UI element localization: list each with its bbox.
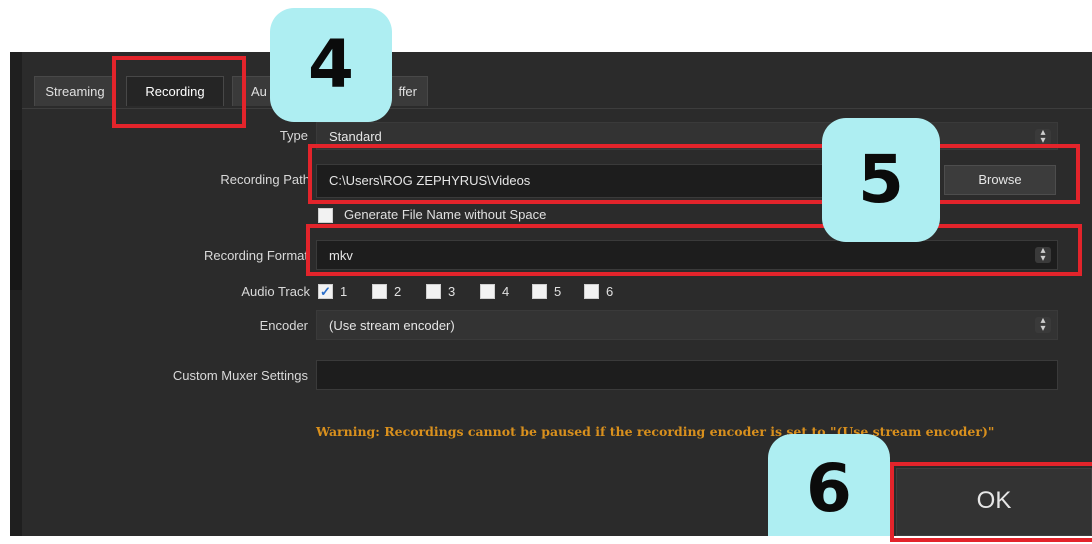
audio-track-2-label: 2 <box>394 284 402 299</box>
type-label: Type <box>279 128 308 143</box>
step-6-badge: 6 <box>768 434 890 536</box>
audio-track-3-label: 3 <box>448 284 456 299</box>
warning-message: Warning: Recordings cannot be paused if … <box>316 424 995 439</box>
audio-track-2-checkbox[interactable] <box>372 284 387 299</box>
audio-track-5-checkbox[interactable] <box>532 284 547 299</box>
audio-track-1-label: 1 <box>340 284 348 299</box>
checkmark-icon: ✓ <box>320 284 331 299</box>
custom-muxer-label: Custom Muxer Settings <box>172 368 308 383</box>
generate-filename-label: Generate File Name without Space <box>344 207 547 222</box>
encoder-value: (Use stream encoder) <box>329 318 455 333</box>
highlight-ok-button <box>890 462 1092 542</box>
audio-track-4-checkbox[interactable] <box>480 284 495 299</box>
audio-track-1-checkbox[interactable]: ✓ <box>318 284 333 299</box>
window-scroll-handle[interactable] <box>10 170 22 290</box>
highlight-recording-tab <box>112 56 246 128</box>
highlight-recording-format <box>306 224 1082 276</box>
audio-track-5-label: 5 <box>554 284 562 299</box>
encoder-select[interactable]: (Use stream encoder) ▴ ▾ <box>316 310 1058 340</box>
custom-muxer-input[interactable] <box>316 360 1058 390</box>
step-5-badge: 5 <box>822 118 940 242</box>
audio-track-6-checkbox[interactable] <box>584 284 599 299</box>
window-left-border <box>10 52 22 536</box>
encoder-label: Encoder <box>259 318 308 333</box>
audio-track-3-checkbox[interactable] <box>426 284 441 299</box>
recording-path-label: Recording Path <box>220 172 310 187</box>
tab-streaming[interactable]: Streaming <box>34 76 116 106</box>
updown-arrows-icon: ▴ ▾ <box>1035 128 1051 146</box>
step-4-badge: 4 <box>270 8 392 122</box>
generate-filename-checkbox[interactable] <box>318 208 333 223</box>
audio-track-4-label: 4 <box>502 284 510 299</box>
recording-format-label: Recording Format <box>203 248 308 263</box>
audio-track-6-label: 6 <box>606 284 614 299</box>
type-value: Standard <box>329 129 382 144</box>
updown-arrows-icon: ▴ ▾ <box>1035 316 1051 334</box>
audio-track-label: Audio Track <box>241 284 310 299</box>
highlight-recording-path <box>308 144 1080 204</box>
